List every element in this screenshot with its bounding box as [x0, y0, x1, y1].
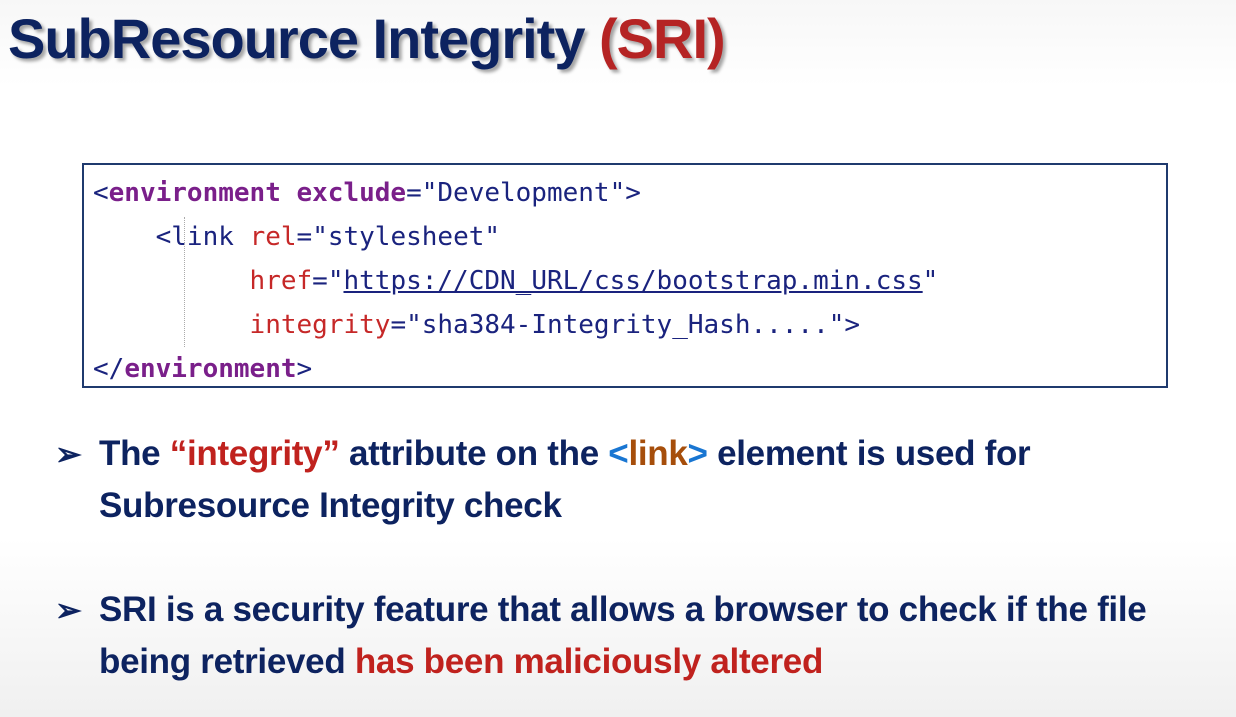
code-eq: = — [296, 222, 313, 252]
link-tag-bracket: < — [608, 434, 629, 473]
code-bracket: < — [155, 222, 172, 252]
code-bracket: > — [844, 310, 861, 340]
code-eq: = — [390, 310, 407, 340]
code-bracket: > — [296, 354, 313, 384]
bullet-text: SRI is a security feature that allows a … — [99, 584, 1215, 688]
code-attr-rel: rel — [249, 222, 297, 252]
code-line-1: <environment exclude="Development"> — [93, 171, 1156, 215]
bullet-text-part: The — [99, 434, 170, 473]
bullet-sri: ➢ SRI is a security feature that allows … — [55, 584, 1215, 688]
code-bracket: </ — [93, 354, 125, 384]
code-attr-integrity: integrity — [249, 310, 391, 340]
code-line-4: integrity="sha384-Integrity_Hash....."> — [93, 303, 1156, 347]
code-quote: " — [922, 266, 939, 296]
code-eq: = — [312, 266, 328, 296]
bullet-text: The “integrity” attribute on the <link> … — [99, 428, 1215, 532]
code-quote: " — [327, 266, 344, 296]
link-tag-bracket: > — [687, 434, 708, 473]
code-attr-exclude: exclude — [296, 178, 407, 208]
code-line-3: href="https://CDN_URL/css/bootstrap.min.… — [93, 259, 1156, 303]
code-bracket: > — [625, 178, 641, 208]
code-value-stylesheet: "stylesheet" — [312, 222, 501, 252]
link-tag-name: link — [628, 434, 688, 473]
code-value-hash: "sha384-Integrity_Hash....." — [406, 310, 845, 340]
bullet-text-part: attribute on the — [339, 434, 609, 473]
code-attr-href: href — [249, 266, 313, 296]
bullet-arrow-icon: ➢ — [55, 436, 82, 472]
bullet-arrow-icon: ➢ — [55, 592, 82, 628]
highlight-integrity: “integrity” — [169, 434, 340, 473]
code-eq: = — [406, 178, 422, 208]
slide-title: SubResource Integrity (SRI) — [8, 4, 726, 74]
code-tag-environment-close: environment — [124, 354, 297, 384]
code-bracket: < — [93, 178, 109, 208]
highlight-maliciously-altered: has been maliciously altered — [354, 642, 824, 681]
code-line-2: <link rel="stylesheet" — [93, 215, 1156, 259]
code-url-link[interactable]: https://CDN_URL/css/bootstrap.min.css — [343, 266, 922, 296]
code-tag-environment: environment — [108, 178, 281, 208]
code-block: <environment exclude="Development"> <lin… — [82, 163, 1168, 388]
code-line-5: </environment> — [93, 347, 1156, 391]
code-tag-link: link — [171, 222, 234, 252]
bullet-integrity: ➢ The “integrity” attribute on the <link… — [55, 428, 1215, 532]
indent-guide — [184, 217, 185, 347]
title-accent: (SRI) — [599, 7, 726, 70]
code-value-development: "Development" — [421, 178, 626, 208]
title-main: SubResource Integrity — [8, 7, 600, 70]
